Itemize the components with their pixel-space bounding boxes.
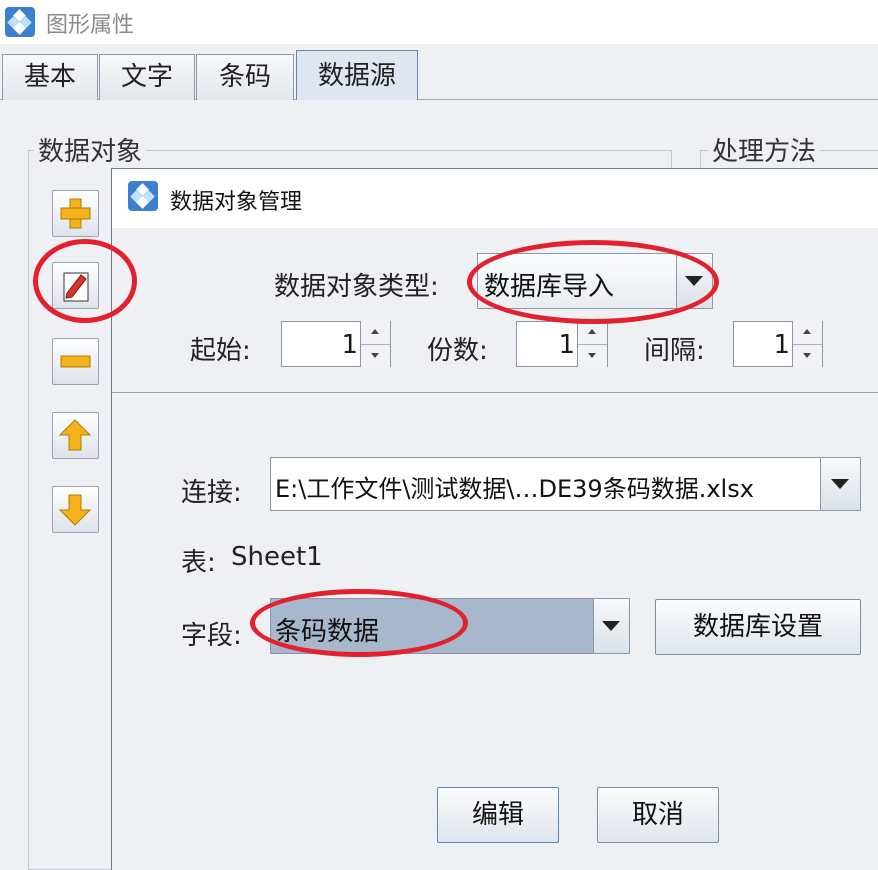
move-down-button[interactable]: [52, 486, 99, 533]
table-value: Sheet1: [231, 542, 323, 572]
chevron-down-icon: [831, 479, 849, 489]
processing-label: 处理方法: [708, 131, 821, 168]
tab-data-source[interactable]: 数据源: [296, 50, 418, 100]
edit-object-button[interactable]: [52, 262, 99, 309]
copies-decrement[interactable]: [578, 344, 607, 366]
remove-icon: [60, 355, 91, 368]
window-title: 图形属性: [46, 13, 135, 38]
chevron-down-icon: [602, 621, 620, 631]
field-label: 字段:: [181, 621, 242, 651]
data-objects-label: 数据对象: [34, 131, 147, 168]
app-logo-icon: [5, 7, 35, 37]
field-select[interactable]: 条码数据: [270, 598, 630, 654]
caret-down-icon: [371, 353, 379, 358]
cancel-button[interactable]: 取消: [597, 787, 719, 843]
tab-text[interactable]: 文字: [99, 54, 195, 100]
move-up-button[interactable]: [52, 412, 99, 459]
object-type-value: 数据库导入: [484, 272, 615, 302]
table-label: 表:: [181, 548, 216, 578]
section-divider: [112, 392, 878, 393]
tab-data-source-label: 数据源: [317, 61, 396, 91]
interval-spinner[interactable]: 1: [733, 321, 823, 367]
tab-barcode[interactable]: 条码: [196, 54, 294, 100]
object-type-label: 数据对象类型:: [274, 272, 439, 302]
copies-spinner-buttons: [577, 321, 607, 367]
field-value: 条码数据: [275, 617, 380, 647]
connection-select[interactable]: E:\工作文件\测试数据\…DE39条码数据.xlsx: [270, 457, 861, 511]
interval-decrement[interactable]: [793, 344, 822, 366]
chevron-down-icon: [685, 276, 703, 286]
add-button[interactable]: [52, 190, 99, 237]
caret-up-icon: [588, 329, 596, 334]
move-down-icon: [58, 494, 92, 526]
add-icon: [60, 198, 91, 229]
copies-spinner[interactable]: 1: [516, 321, 608, 367]
interval-spinner-buttons: [792, 321, 822, 367]
copies-increment[interactable]: [578, 321, 607, 343]
caret-up-icon: [371, 329, 379, 334]
copies-value[interactable]: 1: [521, 330, 575, 360]
connection-dropdown-arrow[interactable]: [820, 458, 860, 510]
tab-barcode-label: 条码: [218, 62, 271, 92]
caret-up-icon: [803, 329, 811, 334]
connection-label: 连接:: [181, 478, 242, 508]
interval-increment[interactable]: [793, 321, 822, 343]
interval-value[interactable]: 1: [738, 330, 790, 360]
caret-down-icon: [803, 353, 811, 358]
dialog-logo-icon: [128, 181, 158, 211]
object-type-select[interactable]: 数据库导入: [477, 253, 713, 309]
start-label: 起始:: [190, 336, 251, 366]
database-settings-button[interactable]: 数据库设置: [655, 599, 861, 655]
object-type-dropdown-arrow[interactable]: [676, 254, 712, 308]
tab-text-label: 文字: [120, 62, 173, 92]
dialog-title: 数据对象管理: [170, 190, 303, 215]
copies-label: 份数:: [427, 336, 488, 366]
start-decrement[interactable]: [361, 344, 390, 366]
caret-down-icon: [588, 353, 596, 358]
remove-button[interactable]: [52, 338, 99, 385]
tab-basic-label: 基本: [23, 62, 76, 92]
start-increment[interactable]: [361, 321, 390, 343]
interval-label: 间隔:: [644, 336, 705, 366]
move-up-icon: [58, 419, 92, 451]
start-spinner-buttons: [360, 321, 390, 367]
connection-value: E:\工作文件\测试数据\…DE39条码数据.xlsx: [275, 475, 754, 503]
start-spinner[interactable]: 1: [281, 321, 391, 367]
field-dropdown-arrow[interactable]: [593, 599, 629, 653]
start-value[interactable]: 1: [286, 330, 358, 360]
edit-icon: [63, 272, 89, 302]
tab-basic[interactable]: 基本: [2, 54, 98, 100]
edit-button[interactable]: 编辑: [437, 787, 559, 843]
